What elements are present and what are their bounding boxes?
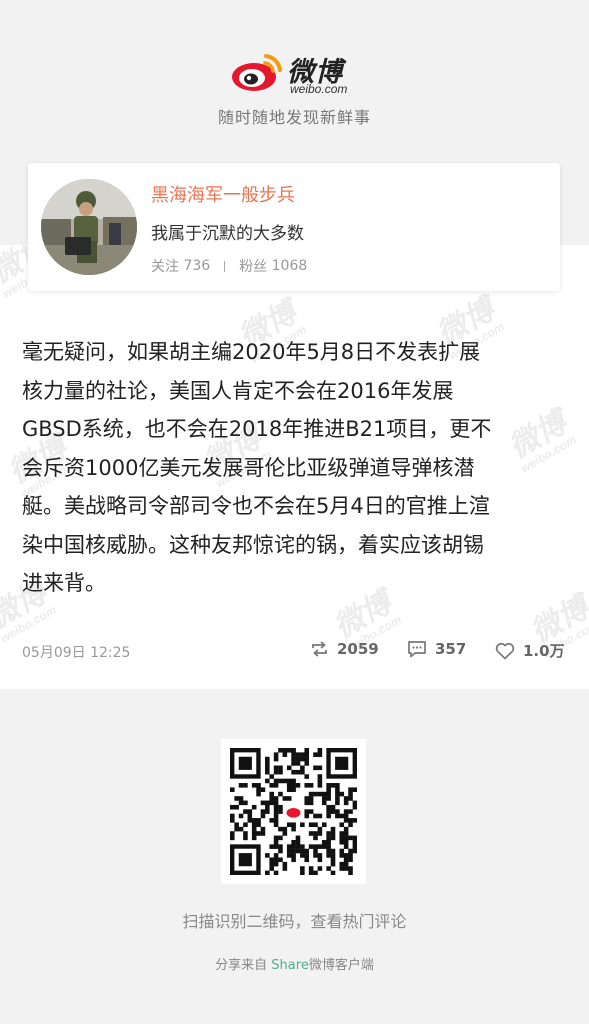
avatar-photo: [41, 179, 137, 275]
post-timestamp: 05月09日 12:25: [22, 645, 131, 661]
profile-stats: 关注 736 粉丝 1068: [151, 256, 307, 276]
comment-button[interactable]: 357: [407, 640, 466, 658]
share-source: 分享来自 Share微博客户端: [0, 954, 589, 973]
avatar[interactable]: [41, 179, 137, 275]
like-icon: [495, 642, 515, 659]
profile-username[interactable]: 黑海海军一般步兵: [151, 181, 295, 207]
qr-weibo-logo-icon: [286, 807, 301, 818]
following-label: 关注: [151, 259, 179, 275]
weibo-logo: 微博 weibo.com: [230, 48, 360, 100]
followers-count: 1068: [271, 258, 308, 274]
comment-count: 357: [435, 640, 467, 658]
slogan: 随时随地发现新鲜事: [217, 108, 371, 127]
qr-code-image: [230, 748, 358, 876]
following-count: 736: [183, 258, 211, 274]
comment-icon: [408, 641, 426, 658]
post-text: 毫无疑问，如果胡主编2020年5月8日不发表扩展 核力量的社论，美国人肯定不会在…: [22, 340, 492, 595]
like-count: 1.0万: [523, 642, 565, 660]
share-prefix: 分享来自: [215, 958, 272, 973]
weibo-eye-icon: [232, 54, 282, 91]
qr-caption: 扫描识别二维码，查看热门评论: [182, 912, 407, 931]
profile-bio: 我属于沉默的大多数: [151, 224, 304, 244]
repost-count: 2059: [337, 640, 379, 658]
followers-label: 粉丝: [239, 259, 268, 275]
profile-card[interactable]: 黑海海军一般步兵 我属于沉默的大多数 关注 736 粉丝 1068: [28, 163, 560, 291]
like-button[interactable]: 1.0万: [495, 640, 565, 661]
post-meta: 05月09日 12:25 2059 357 1.0万: [22, 640, 570, 662]
share-suffix: 微博客户端: [308, 958, 374, 973]
share-app-link[interactable]: Share: [271, 958, 309, 973]
qr-code[interactable]: [221, 739, 366, 884]
stats-divider: [224, 260, 226, 272]
weibo-domain: weibo.com: [290, 82, 348, 96]
repost-icon: [312, 641, 327, 657]
repost-button[interactable]: 2059: [310, 640, 379, 658]
